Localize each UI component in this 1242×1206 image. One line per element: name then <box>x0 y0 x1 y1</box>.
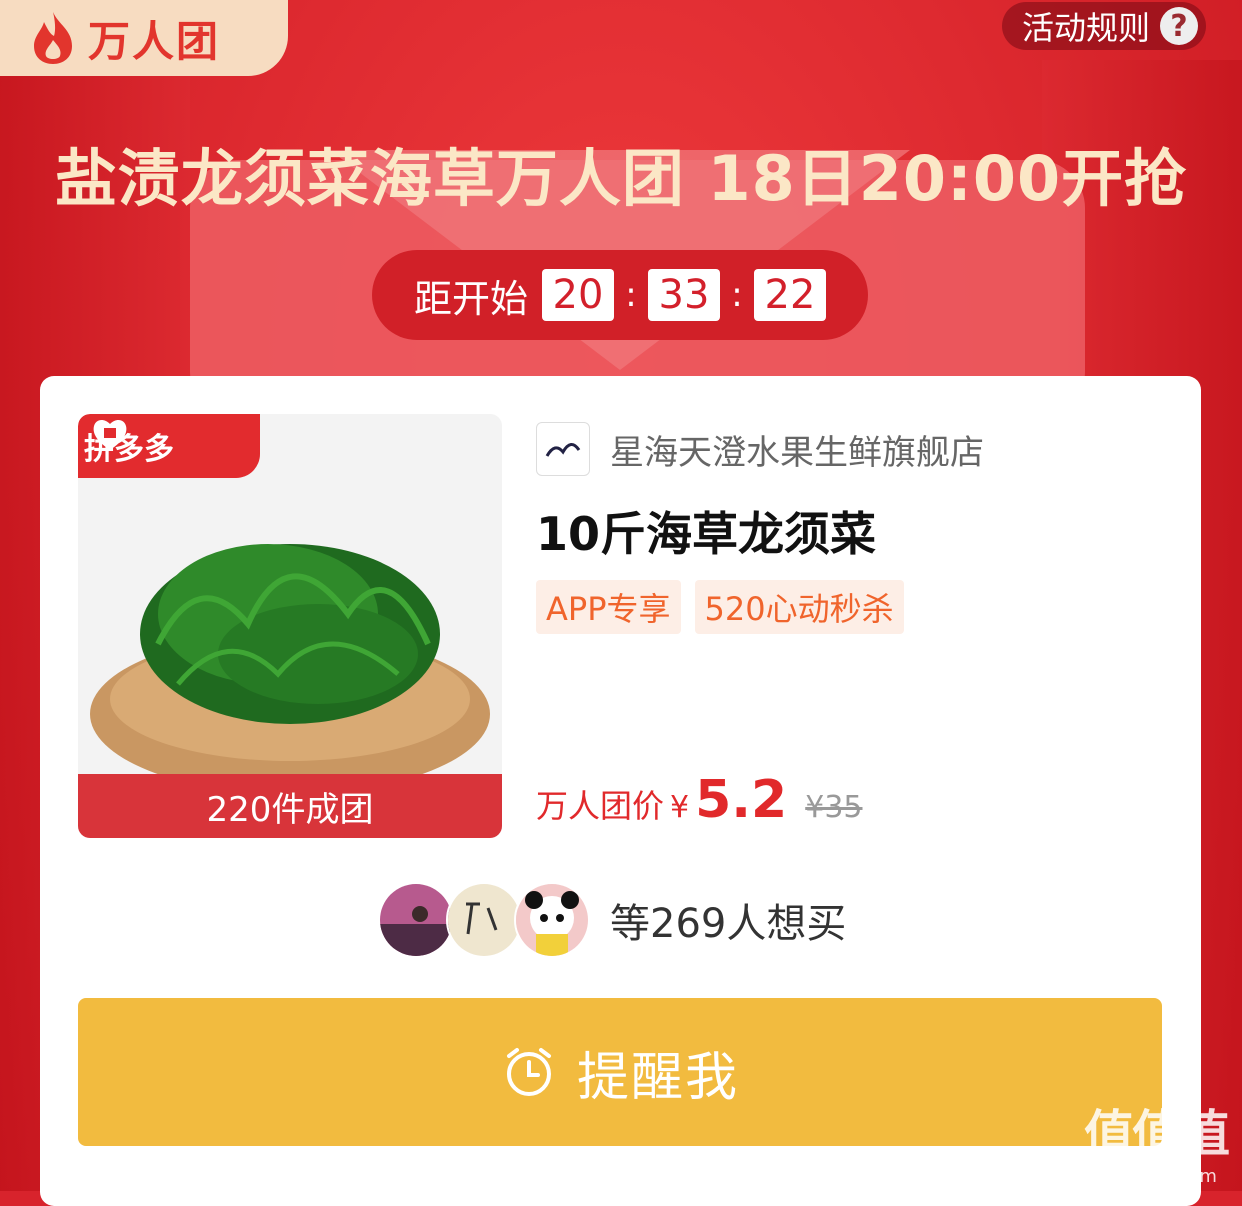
alarm-clock-icon <box>506 1048 551 1096</box>
flame-icon <box>34 12 72 64</box>
countdown-separator: : <box>731 275 743 315</box>
watermark: 值值值 zhizhizhi.com <box>1084 1094 1230 1187</box>
pinduoduo-label: 拼多多 <box>78 414 260 478</box>
countdown-seconds: 22 <box>754 269 826 321</box>
product-card: 拼多多 220件成团 星海天澄水果生鲜旗舰店 10斤海草龙须菜 APP专享 52… <box>40 376 1201 1206</box>
group-price: 5.2 <box>695 770 788 830</box>
store-name: 星海天澄水果生鲜旗舰店 <box>610 432 984 473</box>
original-price: ¥35 <box>805 790 863 825</box>
watermark-url: zhizhizhi.com <box>1095 1166 1217 1187</box>
pinduoduo-icon <box>93 420 127 450</box>
tag-app-exclusive: APP专享 <box>536 580 681 634</box>
want-to-buy-count: 等269人想买 <box>610 901 847 947</box>
countdown-label: 距开始 <box>413 276 528 321</box>
store-row[interactable]: 星海天澄水果生鲜旗舰店 <box>536 422 984 476</box>
countdown-timer: 距开始 20 : 33 : 22 <box>372 250 868 340</box>
product-tags: APP专享 520心动秒杀 <box>536 580 918 634</box>
tag-flash-sale: 520心动秒杀 <box>694 580 904 634</box>
currency-symbol: ¥ <box>670 790 690 825</box>
countdown-separator: : <box>625 275 637 315</box>
product-title[interactable]: 10斤海草龙须菜 <box>536 498 876 564</box>
countdown-minutes: 33 <box>648 269 720 321</box>
group-size-bar: 220件成团 <box>78 774 502 838</box>
avatar <box>378 882 454 958</box>
product-image[interactable]: 拼多多 220件成团 <box>78 414 502 838</box>
help-icon: ? <box>1160 7 1198 45</box>
store-logo-icon <box>536 422 590 476</box>
price-label: 万人团价 <box>536 787 665 825</box>
rules-button[interactable]: 活动规则 ? <box>1001 2 1206 50</box>
remind-me-button[interactable]: 提醒我 <box>78 998 1162 1146</box>
watermark-logo: 值值值 <box>1084 1105 1230 1163</box>
rules-label: 活动规则 <box>1021 9 1150 47</box>
remind-me-label: 提醒我 <box>576 1047 739 1108</box>
countdown-hours: 20 <box>542 269 614 321</box>
group-badge: 万人团 <box>0 0 288 76</box>
avatar <box>514 882 590 958</box>
price-row: 万人团价 ¥ 5.2 ¥35 <box>536 770 863 830</box>
badge-label: 万人团 <box>88 16 221 66</box>
avatar <box>446 882 522 958</box>
page-headline: 盐渍龙须菜海草万人团 18日20:00开抢 <box>54 142 1188 215</box>
want-to-buy-row: 等269人想买 <box>378 882 846 958</box>
